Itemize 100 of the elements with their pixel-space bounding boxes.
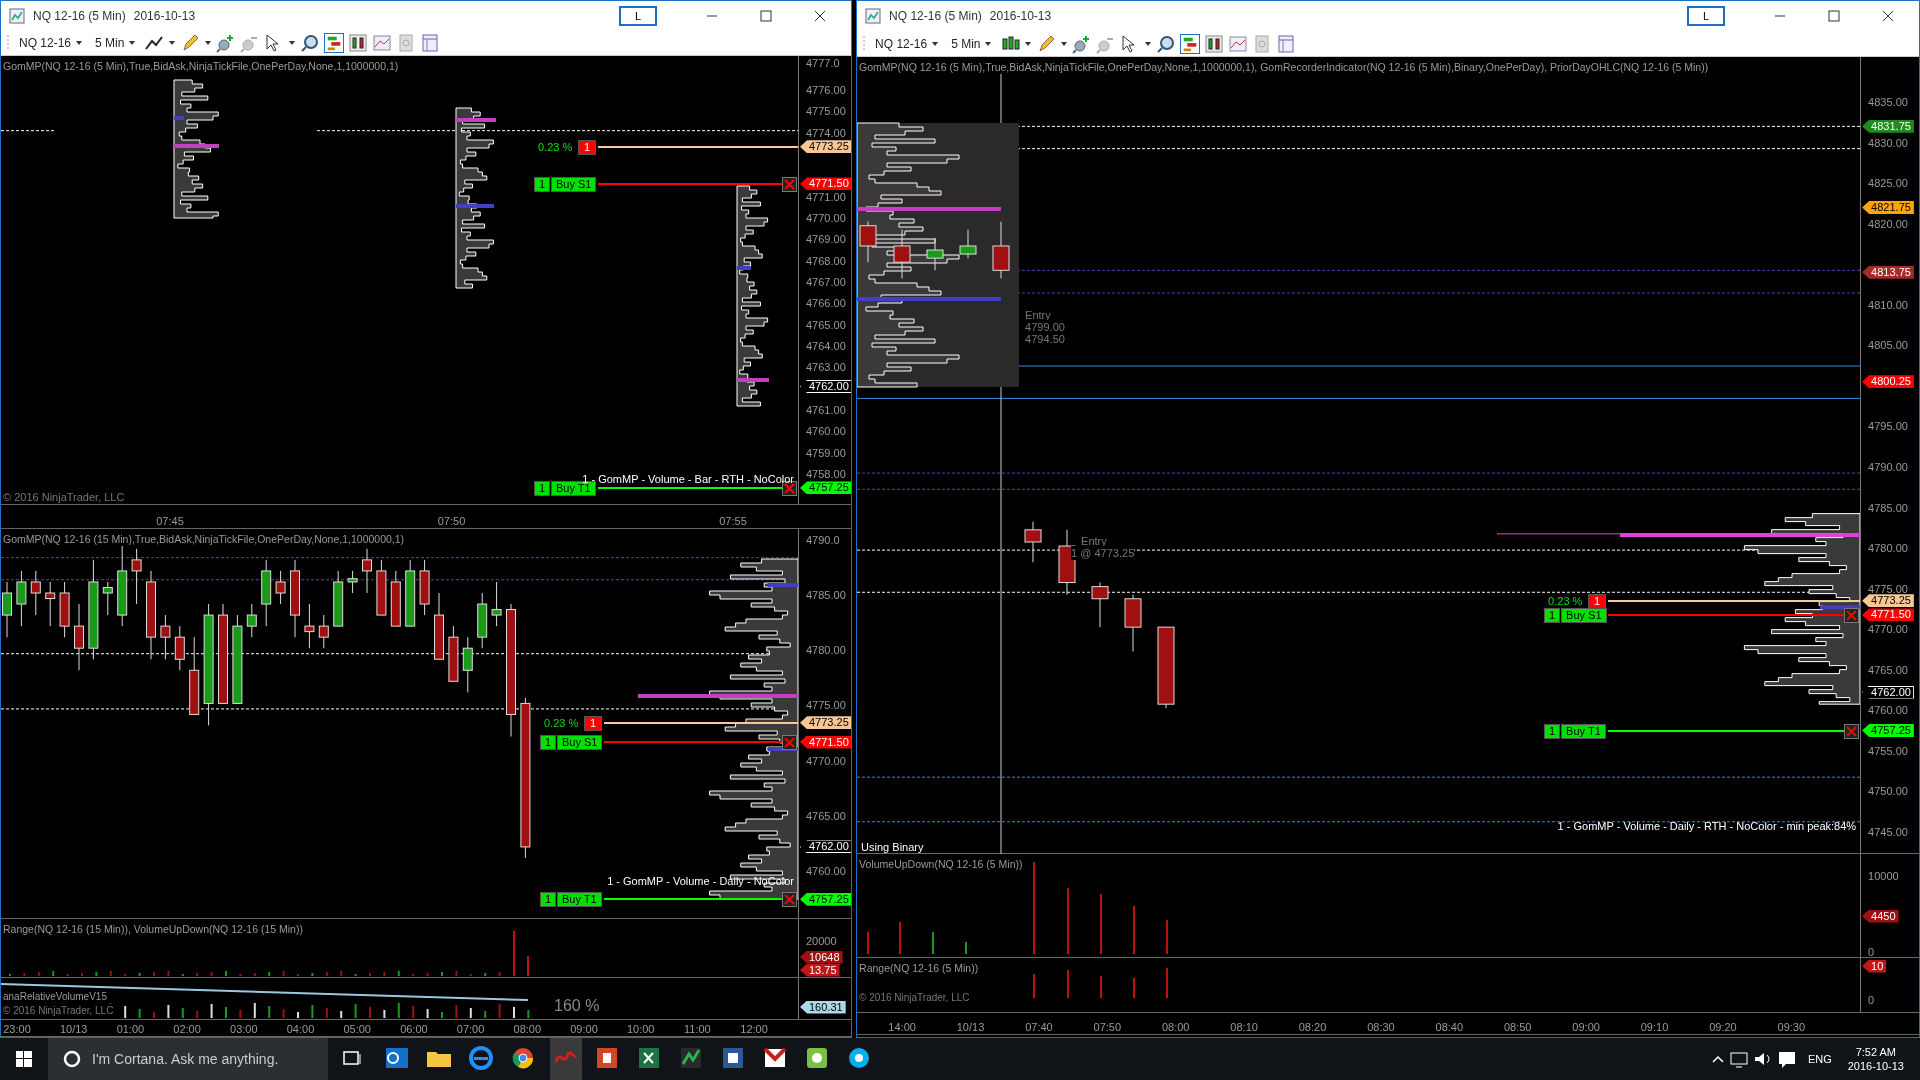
candle: [246, 603, 257, 638]
candle: [419, 559, 430, 616]
order-bars-icon[interactable]: [1180, 33, 1201, 54]
candlestick-icon[interactable]: [348, 33, 369, 53]
order-bars-icon[interactable]: [324, 33, 345, 53]
price-tag: 4762.00: [1862, 685, 1914, 699]
order-percent: 0.23 %: [544, 715, 579, 730]
axis-label: 4775.00: [805, 105, 846, 118]
price-tag: 160.31: [800, 1000, 846, 1014]
interval-selector[interactable]: 5 Min: [951, 34, 981, 53]
order-quantity[interactable]: 1: [1544, 723, 1561, 739]
candle: [318, 614, 329, 649]
chart-icon: [865, 8, 882, 24]
search-field[interactable]: I'm Cortana. Ask me anything.: [48, 1038, 328, 1080]
interval-selector[interactable]: 5 Min: [95, 34, 125, 52]
axis-label: 4835.00: [1867, 96, 1908, 108]
caret-icon[interactable]: [288, 39, 297, 47]
candle: [261, 559, 272, 627]
indicator-label: Range(NQ 12-16 (5 Min)): [859, 961, 979, 975]
price-tag: 4773.25: [800, 140, 852, 154]
caret-icon[interactable]: [984, 39, 993, 48]
order-quantity[interactable]: 1: [534, 480, 551, 496]
panel-icon[interactable]: [1276, 33, 1297, 54]
price-tag: 4757.25: [800, 892, 852, 906]
caret-icon[interactable]: [931, 39, 940, 48]
time-label: 09:00: [570, 1022, 598, 1036]
search-icon[interactable]: [1156, 33, 1177, 54]
candle: [926, 237, 944, 271]
axis-label: 4770.00: [805, 211, 846, 224]
axis-label: 4777.0: [805, 56, 840, 69]
close-icon[interactable]: [1844, 608, 1860, 623]
area-chart-icon[interactable]: [1228, 33, 1249, 54]
order-name[interactable]: Buy T1: [557, 892, 602, 908]
time-label: 14:00: [888, 1020, 916, 1034]
time-label: 05:00: [343, 1022, 371, 1036]
order-name[interactable]: Buy S1: [557, 735, 603, 751]
language-indicator[interactable]: ENG: [1799, 1052, 1840, 1066]
caret-icon[interactable]: [75, 39, 84, 47]
link-button[interactable]: L: [619, 6, 658, 26]
time-label: 09:00: [1572, 1020, 1600, 1034]
axis-label: 4820.00: [1867, 217, 1908, 230]
time-label: 08:00: [1161, 1020, 1190, 1034]
caret-icon[interactable]: [128, 39, 137, 47]
time-label: 10/13: [956, 1020, 985, 1034]
axis-label: 4764.00: [805, 339, 846, 352]
instrument-selector[interactable]: NQ 12-16: [19, 34, 72, 52]
order-name[interactable]: Buy S1: [1561, 608, 1607, 623]
order-quantity[interactable]: 1: [1544, 608, 1561, 623]
area-chart-icon[interactable]: [372, 33, 393, 53]
axis-label: 0: [1867, 946, 1875, 958]
candle: [434, 592, 444, 660]
link-button[interactable]: L: [1686, 6, 1725, 26]
chart-note: 1 - GomMP - Volume - Daily - RTH - NoColor - min peak:84%: [1557, 819, 1857, 833]
caret-icon[interactable]: [1024, 39, 1033, 48]
window-title: NQ 12-16 (5 Min): [33, 8, 126, 25]
search-icon[interactable]: [300, 33, 321, 53]
time-label: 09:20: [1709, 1020, 1737, 1034]
order-quantity[interactable]: 1: [534, 177, 551, 192]
order-quantity[interactable]: 1: [578, 139, 597, 155]
axis-label: 4790.00: [1867, 460, 1908, 473]
caret-icon[interactable]: [1144, 39, 1153, 48]
instrument-selector[interactable]: NQ 12-16: [875, 34, 928, 53]
window-date: 2016-10-13: [133, 8, 196, 25]
window-title: NQ 12-16 (5 Min): [889, 8, 982, 25]
order-quantity[interactable]: 1: [1588, 593, 1607, 609]
axis-label: 4767.00: [805, 275, 846, 288]
candle: [893, 229, 911, 279]
clock-time[interactable]: 7:52 AM: [1855, 1045, 1897, 1059]
candle: [59, 581, 70, 638]
caret-icon[interactable]: [1060, 39, 1069, 48]
order-quantity[interactable]: 1: [540, 735, 557, 751]
time-label: 08:00: [513, 1022, 542, 1036]
price-tag: 4757.25: [800, 481, 852, 495]
caret-icon[interactable]: [168, 39, 177, 47]
order-quantity[interactable]: 1: [540, 892, 557, 908]
clock-date[interactable]: 2016-10-13: [1847, 1059, 1904, 1073]
pencil-icon[interactable]: [1036, 33, 1057, 54]
axis-label: 20000: [805, 935, 837, 947]
price-level-line: [1, 130, 57, 132]
time-label: 08:20: [1298, 1020, 1327, 1034]
order-name[interactable]: Buy S1: [551, 177, 597, 192]
order-quantity[interactable]: 1: [584, 715, 603, 731]
time-label: 07:50: [1093, 1020, 1122, 1034]
candle: [347, 570, 358, 594]
order-name[interactable]: Buy T1: [1561, 723, 1606, 739]
time-label: 03:00: [230, 1022, 258, 1036]
caret-icon[interactable]: [204, 39, 213, 47]
pencil-icon[interactable]: [180, 33, 201, 53]
cortana-icon[interactable]: [62, 1049, 82, 1069]
time-label: 01:00: [116, 1022, 145, 1036]
time-label: 07:55: [719, 514, 747, 528]
axis-label: 4795.00: [1867, 420, 1908, 433]
candlestick-icon[interactable]: [1204, 33, 1225, 54]
candle: [74, 603, 84, 671]
panel-icon[interactable]: [420, 33, 441, 53]
axis-label: 4760.00: [1867, 704, 1908, 717]
candle: [390, 570, 401, 627]
chart-note: 1 @ 4773.25: [1071, 546, 1135, 560]
candle: [992, 221, 1010, 279]
chart-note: Using Binary: [861, 840, 924, 854]
